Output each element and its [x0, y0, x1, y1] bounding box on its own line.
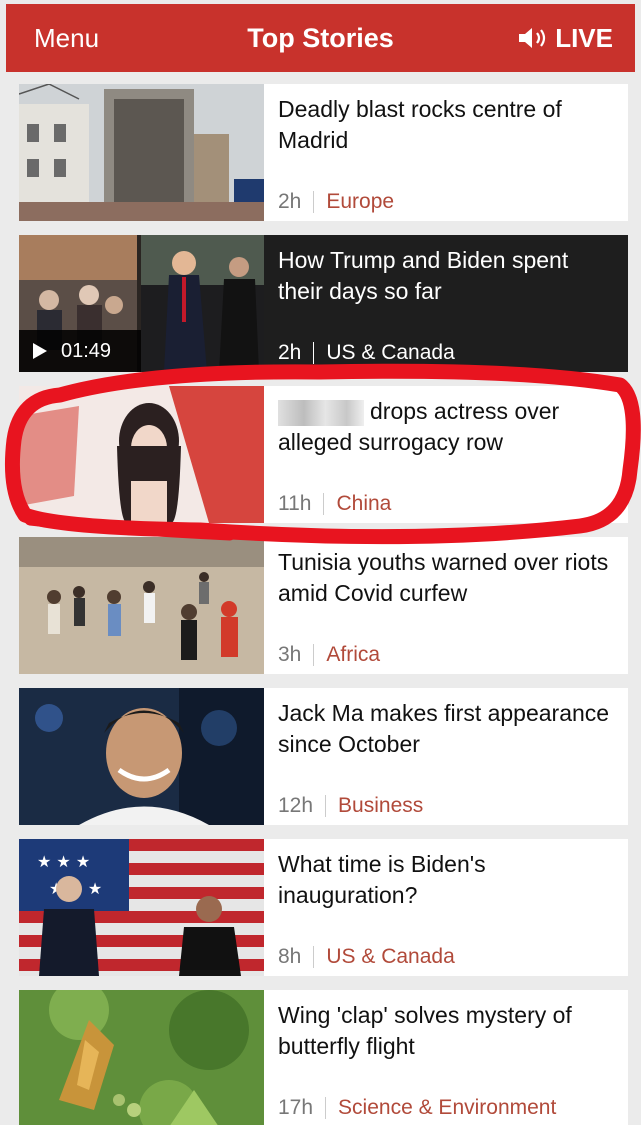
- menu-button[interactable]: Menu: [34, 23, 99, 54]
- redacted-blur: [278, 399, 364, 426]
- story-category[interactable]: US & Canada: [326, 341, 454, 365]
- story-category[interactable]: Science & Environment: [338, 1096, 556, 1120]
- story-headline[interactable]: Wing 'clap' solves mystery of butterfly …: [278, 1000, 616, 1062]
- story-card[interactable]: Tunisia youths warned over riots amid Co…: [19, 537, 628, 674]
- story-meta: 2h Europe: [278, 190, 394, 214]
- story-thumbnail: [19, 990, 264, 1125]
- story-category[interactable]: China: [336, 492, 391, 516]
- story-meta: 3h Africa: [278, 643, 380, 667]
- svg-text:★ ★ ★: ★ ★ ★: [37, 852, 90, 871]
- story-category[interactable]: US & Canada: [326, 945, 454, 969]
- story-card[interactable]: Wing 'clap' solves mystery of butterfly …: [19, 990, 628, 1125]
- story-text: Deadly blast rocks centre of Madrid 2h E…: [264, 84, 628, 221]
- story-text: How Trump and Biden spent their days so …: [264, 235, 628, 372]
- story-thumbnail: [19, 537, 264, 674]
- story-feed: Deadly blast rocks centre of Madrid 2h E…: [19, 84, 628, 1125]
- story-text: What time is Biden's inauguration? 8h US…: [264, 839, 628, 976]
- speaker-icon: [519, 28, 546, 48]
- story-text: drops actress over alleged surrogacy row…: [264, 386, 628, 523]
- story-time: 17h: [278, 1096, 314, 1119]
- story-card[interactable]: ★ ★ ★ ★ ★ ★ What time is Biden's inaugur…: [19, 839, 628, 976]
- header-bar: Menu Top Stories LIVE: [6, 4, 635, 72]
- live-button[interactable]: LIVE: [517, 23, 613, 54]
- story-thumbnail: ★ ★ ★ ★ ★ ★: [19, 839, 264, 976]
- story-headline[interactable]: Tunisia youths warned over riots amid Co…: [278, 547, 616, 609]
- meta-divider: [323, 493, 325, 515]
- meta-divider: [313, 342, 315, 364]
- story-card[interactable]: Jack Ma makes first appearance since Oct…: [19, 688, 628, 825]
- story-meta: 2h US & Canada: [278, 341, 455, 365]
- story-time: 12h: [278, 794, 314, 817]
- story-card[interactable]: 01:49 How Trump and Biden spent their da…: [19, 235, 628, 372]
- page-title: Top Stories: [247, 22, 394, 53]
- story-card[interactable]: drops actress over alleged surrogacy row…: [19, 386, 628, 523]
- story-thumbnail: 01:49: [19, 235, 264, 372]
- story-card[interactable]: Deadly blast rocks centre of Madrid 2h E…: [19, 84, 628, 221]
- story-text: Wing 'clap' solves mystery of butterfly …: [264, 990, 628, 1125]
- play-icon: [33, 343, 47, 359]
- video-duration: 01:49: [61, 339, 112, 362]
- story-time: 2h: [278, 341, 302, 364]
- story-time: 8h: [278, 945, 302, 968]
- story-meta: 17h Science & Environment: [278, 1096, 556, 1120]
- meta-divider: [325, 1097, 327, 1119]
- meta-divider: [313, 191, 315, 213]
- story-meta: 8h US & Canada: [278, 945, 455, 969]
- meta-divider: [325, 795, 327, 817]
- story-category[interactable]: Europe: [326, 190, 394, 214]
- story-time: 11h: [278, 492, 312, 515]
- story-thumbnail: [19, 84, 264, 221]
- story-headline[interactable]: Jack Ma makes first appearance since Oct…: [278, 698, 616, 760]
- story-category[interactable]: Business: [338, 794, 423, 818]
- meta-divider: [313, 946, 315, 968]
- story-category[interactable]: Africa: [326, 643, 380, 667]
- story-meta: 12h Business: [278, 794, 423, 818]
- story-headline[interactable]: Deadly blast rocks centre of Madrid: [278, 94, 616, 156]
- story-time: 2h: [278, 190, 302, 213]
- story-thumbnail: [19, 688, 264, 825]
- story-headline[interactable]: drops actress over alleged surrogacy row: [278, 396, 616, 458]
- story-headline[interactable]: What time is Biden's inauguration?: [278, 849, 616, 911]
- live-label: LIVE: [555, 22, 613, 53]
- story-text: Jack Ma makes first appearance since Oct…: [264, 688, 628, 825]
- meta-divider: [313, 644, 315, 666]
- story-time: 3h: [278, 643, 302, 666]
- story-headline[interactable]: How Trump and Biden spent their days so …: [278, 245, 616, 307]
- video-badge[interactable]: 01:49: [19, 330, 141, 372]
- story-text: Tunisia youths warned over riots amid Co…: [264, 537, 628, 674]
- story-meta: 11h China: [278, 492, 391, 516]
- story-thumbnail: [19, 386, 264, 523]
